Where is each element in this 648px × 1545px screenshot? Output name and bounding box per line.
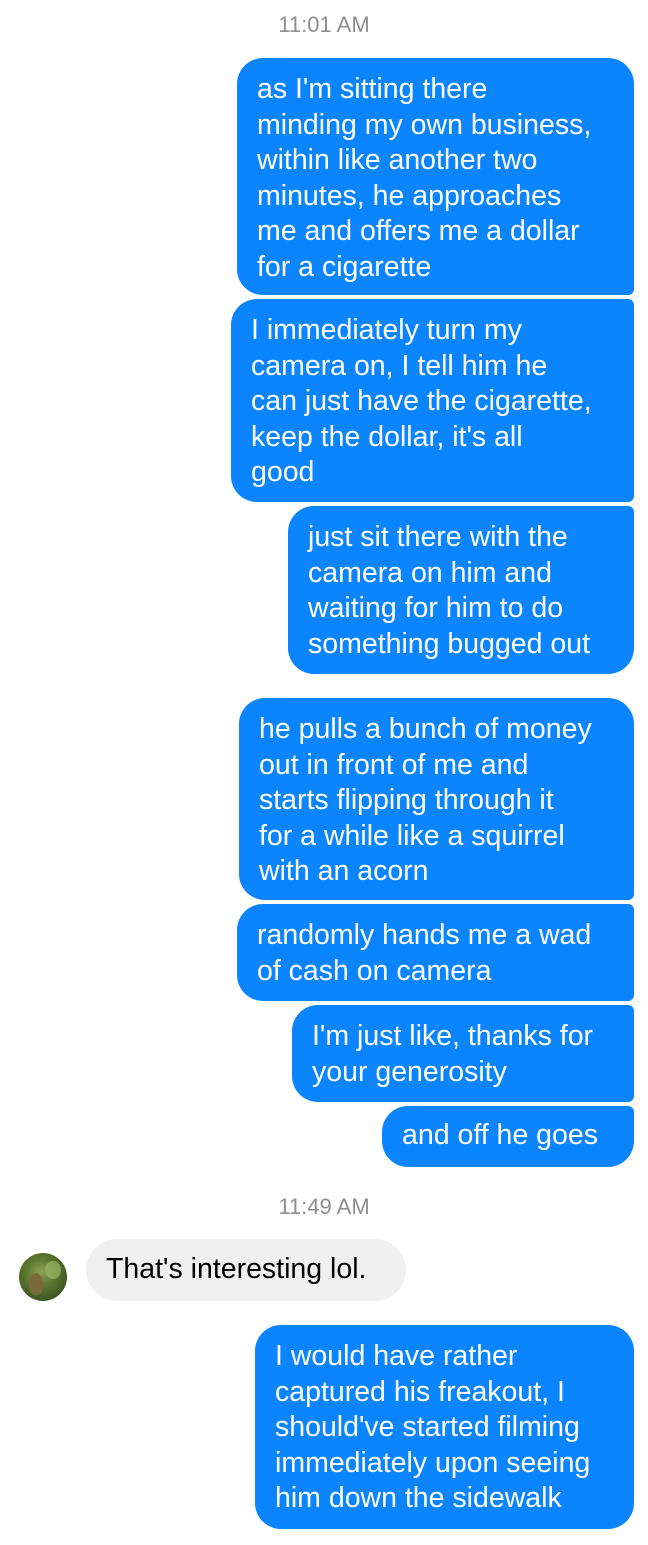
outgoing-message[interactable]: as I'm sitting there minding my own busi…	[237, 58, 634, 295]
message-thread: 11:01 AM as I'm sitting there minding my…	[0, 0, 648, 1545]
outgoing-message[interactable]: I immediately turn my camera on, I tell …	[231, 299, 634, 502]
outgoing-message[interactable]: I would have rather captured his freakou…	[255, 1325, 634, 1529]
outgoing-message[interactable]: randomly hands me a wad of cash on camer…	[237, 904, 634, 1001]
outgoing-message[interactable]: he pulls a bunch of money out in front o…	[239, 698, 634, 900]
outgoing-message[interactable]: just sit there with the camera on him an…	[288, 506, 634, 674]
contact-avatar-icon[interactable]	[19, 1253, 67, 1301]
incoming-message[interactable]: That's interesting lol.	[86, 1239, 406, 1301]
outgoing-message[interactable]: I'm just like, thanks for your generosit…	[292, 1005, 634, 1102]
timestamp: 11:01 AM	[278, 12, 370, 37]
outgoing-message[interactable]: and off he goes	[382, 1106, 634, 1167]
timestamp: 11:49 AM	[278, 1194, 370, 1219]
